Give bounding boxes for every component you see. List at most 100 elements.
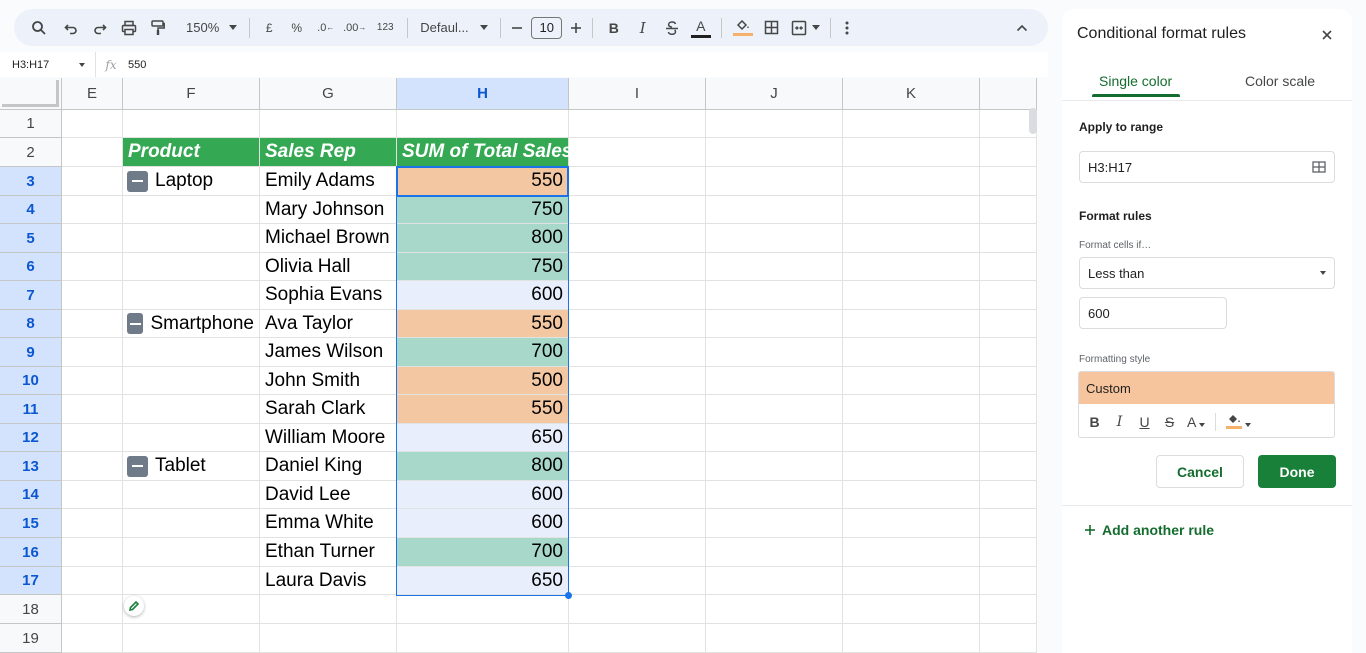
cell[interactable]	[980, 567, 1037, 595]
sum-value-cell[interactable]: 550	[397, 395, 569, 424]
column-header[interactable]: F	[123, 78, 260, 110]
collapse-group-icon[interactable]	[127, 455, 148, 477]
cell[interactable]	[123, 224, 260, 253]
cell[interactable]	[62, 624, 123, 653]
cell[interactable]	[843, 281, 980, 310]
cell[interactable]	[123, 567, 260, 595]
style-italic-button[interactable]: I	[1112, 414, 1127, 430]
row-header[interactable]: 11	[0, 395, 62, 424]
cell[interactable]	[843, 424, 980, 452]
vertical-scrollbar[interactable]	[1029, 108, 1037, 134]
name-box[interactable]: H3:H17	[0, 52, 96, 77]
cell[interactable]	[843, 310, 980, 338]
cell[interactable]	[706, 310, 843, 338]
row-header[interactable]: 17	[0, 567, 62, 595]
cell[interactable]	[569, 224, 706, 253]
cell[interactable]	[706, 424, 843, 452]
cell[interactable]	[569, 624, 706, 653]
style-underline-button[interactable]: U	[1137, 414, 1152, 430]
cell[interactable]	[62, 452, 123, 481]
cell[interactable]	[62, 567, 123, 595]
cell[interactable]	[569, 595, 706, 624]
range-input[interactable]: H3:H17	[1079, 151, 1335, 183]
cell[interactable]	[569, 338, 706, 367]
cell[interactable]	[980, 481, 1037, 509]
search-icon[interactable]	[26, 15, 52, 41]
cell[interactable]	[62, 196, 123, 224]
cell[interactable]	[706, 395, 843, 424]
grid-select-icon[interactable]	[1312, 161, 1326, 173]
cell[interactable]	[123, 281, 260, 310]
cell[interactable]	[569, 395, 706, 424]
style-strikethrough-button[interactable]: S	[1162, 414, 1177, 430]
cell[interactable]	[980, 281, 1037, 310]
row-header[interactable]: 15	[0, 509, 62, 538]
cell[interactable]	[843, 167, 980, 196]
cell[interactable]	[706, 224, 843, 253]
cell[interactable]	[980, 138, 1037, 167]
cell[interactable]	[569, 509, 706, 538]
strikethrough-icon[interactable]	[657, 15, 686, 41]
cell[interactable]	[62, 167, 123, 196]
cell[interactable]	[706, 538, 843, 567]
column-header[interactable]: G	[260, 78, 397, 110]
cell[interactable]	[397, 110, 569, 138]
cell[interactable]	[843, 624, 980, 653]
pivot-header-sum[interactable]: SUM of Total Sales	[397, 138, 572, 167]
cell[interactable]	[569, 138, 706, 167]
row-header[interactable]: 6	[0, 253, 62, 281]
cell[interactable]	[843, 110, 980, 138]
sales-rep-cell[interactable]: Laura Davis	[260, 567, 397, 595]
pivot-header-sales-rep[interactable]: Sales Rep	[260, 138, 397, 167]
close-icon[interactable]	[1318, 26, 1336, 44]
column-header[interactable]: E	[62, 78, 123, 110]
sum-value-cell[interactable]: 500	[397, 367, 569, 395]
number-format-button[interactable]: 123	[369, 15, 401, 41]
sum-value-cell[interactable]: 800	[397, 224, 569, 253]
collapse-toolbar-icon[interactable]	[1012, 15, 1032, 41]
cell[interactable]	[980, 624, 1037, 653]
pivot-group-cell[interactable]: Smartphone	[123, 310, 260, 338]
cell[interactable]	[569, 310, 706, 338]
cell[interactable]	[843, 452, 980, 481]
sum-value-cell[interactable]: 650	[397, 567, 569, 595]
borders-icon[interactable]	[757, 15, 786, 41]
row-header[interactable]: 7	[0, 281, 62, 310]
tab-color-scale[interactable]: Color scale	[1245, 73, 1315, 89]
cell[interactable]	[123, 110, 260, 138]
sales-rep-cell[interactable]: Mary Johnson	[260, 196, 397, 224]
cell[interactable]	[843, 595, 980, 624]
cell[interactable]	[62, 110, 123, 138]
pivot-header-product[interactable]: Product	[123, 138, 260, 167]
cell[interactable]	[980, 310, 1037, 338]
currency-format-button[interactable]: £	[256, 15, 282, 41]
cell[interactable]	[123, 481, 260, 509]
cell[interactable]	[980, 338, 1037, 367]
cell[interactable]	[706, 338, 843, 367]
cell[interactable]	[843, 338, 980, 367]
increase-decimal-button[interactable]: .00 →	[340, 15, 369, 41]
cell[interactable]	[62, 138, 123, 167]
cell[interactable]	[569, 196, 706, 224]
sales-rep-cell[interactable]: Emily Adams	[260, 167, 397, 196]
row-header[interactable]: 4	[0, 196, 62, 224]
cell[interactable]	[62, 367, 123, 395]
cell[interactable]	[569, 167, 706, 196]
select-all-corner[interactable]	[0, 78, 62, 110]
tab-single-color[interactable]: Single color	[1099, 73, 1172, 89]
cell[interactable]	[569, 110, 706, 138]
cell[interactable]	[260, 110, 397, 138]
style-bold-button[interactable]: B	[1087, 414, 1102, 430]
sales-rep-cell[interactable]: Michael Brown	[260, 224, 397, 253]
done-button[interactable]: Done	[1258, 455, 1336, 488]
cell[interactable]	[569, 424, 706, 452]
cell[interactable]	[62, 338, 123, 367]
cell[interactable]	[980, 395, 1037, 424]
row-header[interactable]: 5	[0, 224, 62, 253]
font-select[interactable]: Defaul...	[414, 20, 494, 35]
cell[interactable]	[980, 253, 1037, 281]
cell[interactable]	[706, 281, 843, 310]
sum-value-cell[interactable]: 600	[397, 281, 569, 310]
increase-font-size-button[interactable]	[566, 15, 586, 41]
cell[interactable]	[980, 595, 1037, 624]
